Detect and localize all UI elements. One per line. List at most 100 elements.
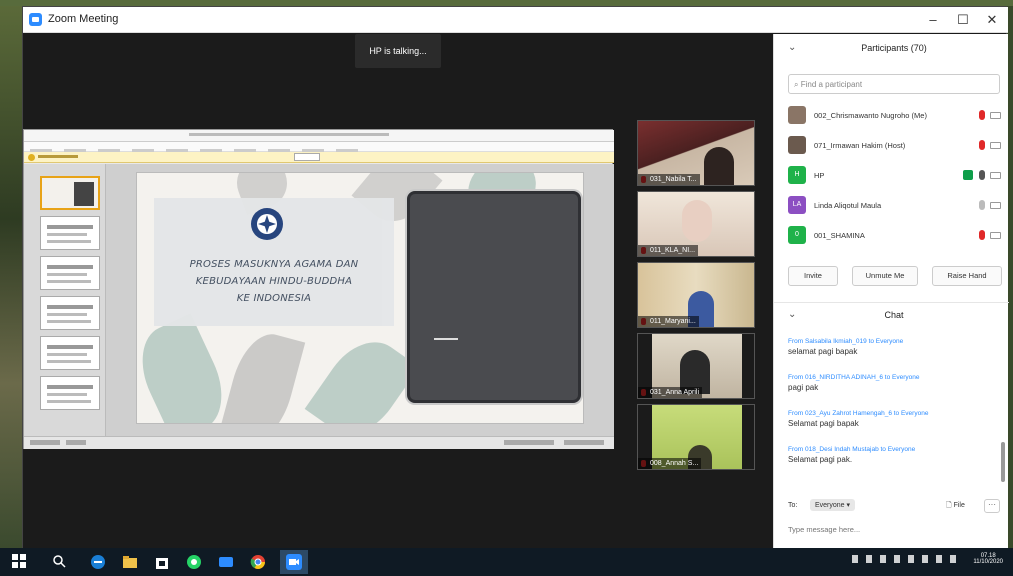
more-options-button[interactable]: ··· [984, 499, 1000, 513]
video-tile-name: 008_Annah S... [638, 458, 702, 469]
slide-thumbnail[interactable] [40, 296, 100, 330]
participant-actions: Invite Unmute Me Raise Hand [788, 266, 1003, 286]
video-tile[interactable]: 031_Nabila T... [637, 120, 755, 186]
powerpoint-statusbar [24, 436, 614, 449]
protected-view-bar [24, 152, 614, 163]
camera-icon [990, 142, 1001, 149]
store-icon[interactable] [154, 554, 170, 570]
mic-icon [979, 170, 985, 180]
chat-text: Selamat pagi pak. [788, 455, 853, 464]
protected-view-label [38, 155, 78, 158]
chat-message: From 018_Desi Indah Mustajab to Everyone… [788, 446, 998, 464]
participant-row[interactable]: 002_Chrismawanto Nugroho (Me) [788, 102, 1003, 128]
avatar [788, 106, 806, 124]
video-tile-name: 011_KLA_NI... [638, 245, 699, 256]
warning-icon [28, 154, 35, 161]
participant-row[interactable]: H HP [788, 162, 1003, 188]
raise-hand-button[interactable]: Raise Hand [932, 266, 1002, 286]
search-icon: ⌕ [794, 80, 801, 89]
close-button[interactable]: ✕ [978, 10, 1006, 30]
chevron-down-icon[interactable]: ⌄ [788, 42, 796, 53]
camera-icon [990, 172, 1001, 179]
windows-start-icon[interactable] [12, 554, 28, 570]
slide-thumbnail[interactable] [40, 336, 100, 370]
clock-date: 11/10/2020 [973, 559, 1003, 565]
taskbar: 07.18 11/10/2020 [0, 548, 1013, 576]
file-explorer-icon[interactable] [122, 554, 138, 570]
maximize-button[interactable]: ☐ [949, 10, 977, 30]
chrome-icon[interactable] [250, 554, 266, 570]
slide-thumbnail[interactable] [40, 216, 100, 250]
avatar: LA [788, 196, 806, 214]
screen-share-icon [963, 170, 973, 180]
chat-input[interactable] [788, 520, 988, 538]
edge-browser-icon[interactable] [90, 554, 106, 570]
mic-muted-icon [979, 110, 985, 120]
university-logo [251, 208, 283, 240]
video-tile-name: 011_Maryani... [638, 316, 699, 327]
video-tile-name: 031_Nabila T... [638, 174, 700, 185]
whatsapp-icon[interactable] [186, 554, 202, 570]
unmute-me-button[interactable]: Unmute Me [852, 266, 918, 286]
recipient-dropdown[interactable]: Everyone ▾ [810, 499, 856, 511]
participant-name: 001_SHAMINA [814, 231, 865, 240]
camera-icon [990, 232, 1001, 239]
zoom-taskbar-button[interactable] [280, 550, 308, 574]
chat-text: Selamat pagi bapak [788, 419, 859, 428]
chat-message: From 016_NIRDITHA ADINAH_6 to Everyone p… [788, 374, 998, 392]
talking-indicator: HP is talking... [355, 34, 441, 68]
invite-button[interactable]: Invite [788, 266, 838, 286]
file-label: File [953, 502, 965, 509]
minimize-button[interactable]: – [919, 10, 947, 30]
video-tile-name: 031_Anna Aprili [638, 387, 703, 398]
zoom-app-icon [29, 13, 42, 26]
enable-editing-button[interactable] [294, 153, 320, 161]
search-icon[interactable] [52, 554, 68, 570]
slide-title-line: KEBUDAYAAN HINDU-BUDDHA [195, 276, 353, 287]
chat-sender: From 023_Ayu Zahrot Hamengah_6 to Everyo… [788, 410, 929, 417]
participant-row[interactable]: 071_Irmawan Hakim (Host) [788, 132, 1003, 158]
chat-sender: From Salsabila Ikmiah_019 to Everyone [788, 338, 904, 345]
slide-thumbnail[interactable] [40, 256, 100, 290]
side-panel: ⌄ Participants (70) ⌕ Find a participant… [773, 34, 1009, 549]
slide-title-box: PROSES MASUKNYA AGAMA DAN KEBUDAYAAN HIN… [154, 198, 394, 326]
participant-row[interactable]: LA Linda Aliqotul Maula [788, 192, 1003, 218]
slide-title-line: PROSES MASUKNYA AGAMA DAN [189, 259, 359, 270]
participant-search-input[interactable]: ⌕ Find a participant [788, 74, 1000, 94]
video-tile[interactable]: 011_Maryani... [637, 262, 755, 328]
system-tray: 07.18 11/10/2020 [851, 553, 1003, 571]
video-tile[interactable]: 008_Annah S... [637, 404, 755, 470]
zoom-window: Zoom Meeting – ☐ ✕ HP is talking... PROS… [22, 6, 1009, 549]
video-tile[interactable]: 031_Anna Aprili [637, 333, 755, 399]
slide-thumbnails [24, 164, 106, 436]
chat-scrollbar[interactable] [1001, 442, 1005, 482]
participant-name: 071_Irmawan Hakim (Host) [814, 141, 906, 150]
slide-title-line: KE INDONESIA [236, 293, 312, 304]
chat-title: Chat [884, 310, 904, 320]
participants-title: Participants (70) [861, 43, 927, 53]
avatar [788, 136, 806, 154]
participant-row[interactable]: 0 001_SHAMINA [788, 222, 1003, 248]
chat-recipient-row: To: Everyone ▾ 🗋 File ··· [788, 499, 1003, 515]
powerpoint-ribbon [24, 142, 614, 153]
chevron-down-icon[interactable]: ⌄ [788, 309, 796, 320]
app-icon[interactable] [218, 554, 234, 570]
avatar: H [788, 166, 806, 184]
participant-name: Linda Aliqotul Maula [814, 201, 882, 210]
slide-title: PROSES MASUKNYA AGAMA DAN KEBUDAYAAN HIN… [158, 256, 390, 307]
chat-sender: From 016_NIRDITHA ADINAH_6 to Everyone [788, 374, 920, 381]
mic-icon [979, 200, 985, 210]
chat-message: From Salsabila Ikmiah_019 to Everyone se… [788, 338, 998, 356]
slide-thumbnail[interactable] [40, 176, 100, 210]
chat-text: pagi pak [788, 383, 819, 392]
video-tile[interactable]: 011_KLA_NI... [637, 191, 755, 257]
participant-name: 002_Chrismawanto Nugroho (Me) [814, 111, 927, 120]
desktop-background [0, 0, 22, 548]
slide-thumbnail[interactable] [40, 376, 100, 410]
participants-header: ⌄ Participants (70) [774, 34, 1009, 64]
camera-icon [990, 112, 1001, 119]
meeting-area: HP is talking... PROSES MASUKNYA AGAMA D… [23, 34, 773, 549]
file-button[interactable]: 🗋 File [946, 501, 965, 512]
title-bar: Zoom Meeting – ☐ ✕ [23, 7, 1008, 33]
screen: Zoom Meeting – ☐ ✕ HP is talking... PROS… [0, 0, 1013, 576]
